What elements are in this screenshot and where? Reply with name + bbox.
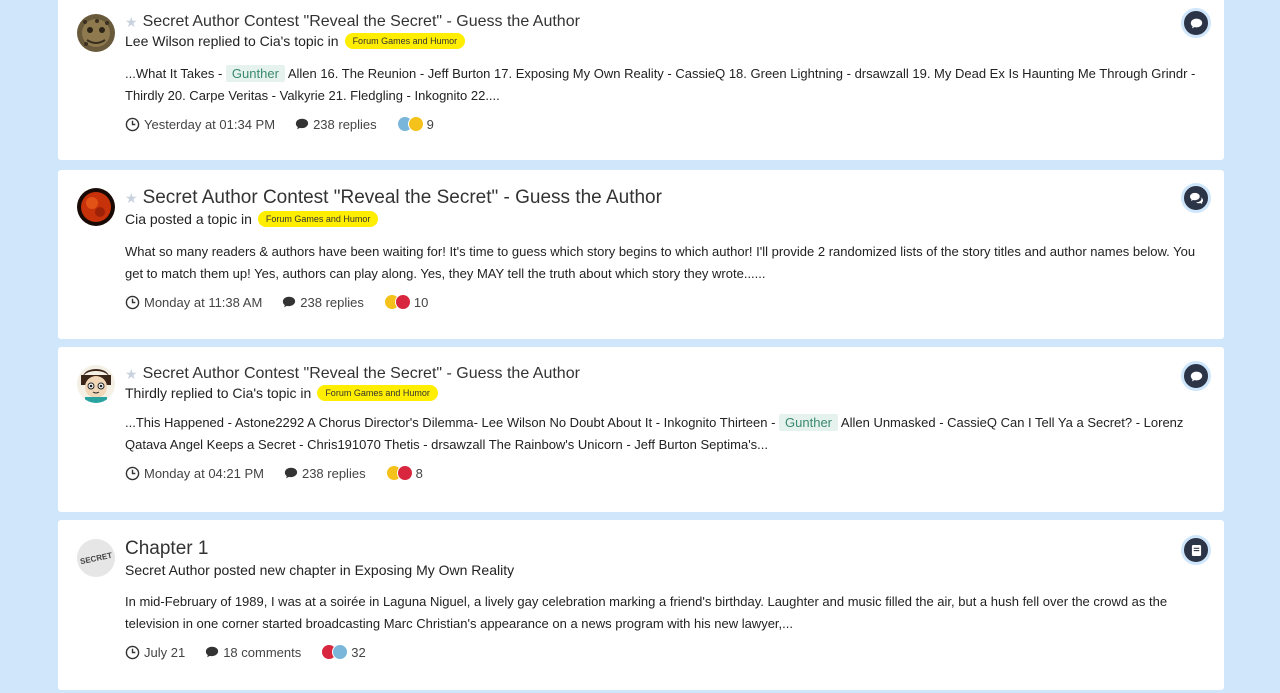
clock-icon <box>125 117 140 131</box>
item-snippet: ...What It Takes - Gunther Allen 16. The… <box>125 63 1204 107</box>
clock-icon <box>125 466 140 480</box>
item-title[interactable]: Secret Author Contest "Reveal the Secret… <box>143 13 580 31</box>
forum-tag[interactable]: Forum Games and Humor <box>344 33 466 49</box>
follow-star-icon[interactable]: ★ <box>125 191 138 205</box>
clock-icon <box>125 645 140 659</box>
item-time[interactable]: Yesterday at 01:34 PM <box>125 117 275 132</box>
clock-icon <box>125 295 140 309</box>
comment-icon <box>1181 361 1211 391</box>
replies-text: 238 replies <box>300 294 364 310</box>
item-time[interactable]: July 21 <box>125 645 185 660</box>
reactions[interactable]: 10 <box>383 294 429 310</box>
item-time[interactable]: Monday at 04:21 PM <box>125 466 264 481</box>
reply-count[interactable]: 238 replies <box>295 117 377 132</box>
item-title[interactable]: Secret Author Contest "Reveal the Secret… <box>143 365 580 383</box>
item-time[interactable]: Monday at 11:38 AM <box>125 295 262 310</box>
comments-text: 18 comments <box>223 644 302 660</box>
reaction-love-icon <box>396 465 413 481</box>
reaction-count: 32 <box>351 644 366 660</box>
replies-text: 238 replies <box>313 116 377 132</box>
reaction-love-icon <box>394 294 411 310</box>
avatar[interactable] <box>77 365 115 403</box>
comment-icon <box>1181 8 1211 38</box>
follow-star-icon[interactable]: ★ <box>125 15 138 29</box>
search-highlight: Gunther <box>225 65 285 82</box>
search-highlight: Gunther <box>779 414 839 431</box>
avatar[interactable] <box>77 14 115 52</box>
item-action: Cia posted a topic in <box>125 211 252 227</box>
item-title[interactable]: Secret Author Contest "Reveal the Secret… <box>143 187 662 209</box>
item-snippet: What so many readers & authors have been… <box>125 244 1196 281</box>
forum-tag[interactable]: Forum Games and Humor <box>257 211 379 227</box>
item-action: Lee Wilson replied to Cia's topic in <box>125 33 339 49</box>
snippet-text: Allen 16. The Reunion - Jeff Burton 17. … <box>125 66 1196 103</box>
comment-icon <box>206 646 219 658</box>
reactions[interactable]: 32 <box>321 644 366 660</box>
avatar[interactable]: SECRET <box>77 539 115 577</box>
reactions[interactable]: 9 <box>396 116 434 132</box>
reply-count[interactable]: 238 replies <box>282 295 364 310</box>
reaction-laugh-icon <box>407 116 424 132</box>
replies-text: 238 replies <box>301 465 366 481</box>
comment-icon <box>284 467 298 479</box>
snippet-text: ...What It Takes - <box>125 66 223 81</box>
reactions[interactable]: 8 <box>385 465 423 481</box>
activity-item: ★ Secret Author Contest "Reveal the Secr… <box>58 347 1224 512</box>
activity-item: SECRET Chapter 1 Secret Author posted ne… <box>58 520 1224 690</box>
comment-icon <box>295 118 309 130</box>
time-text: July 21 <box>144 644 186 660</box>
snippet-text: ...This Happened - Astone2292 A Chorus D… <box>125 415 776 430</box>
follow-star-icon[interactable]: ★ <box>125 367 138 381</box>
item-title[interactable]: Chapter 1 <box>125 538 208 560</box>
reaction-count: 9 <box>426 116 434 132</box>
forum-tag[interactable]: Forum Games and Humor <box>317 385 438 401</box>
item-action: Thirdly replied to Cia's topic in <box>125 385 312 401</box>
time-text: Monday at 11:38 AM <box>144 294 263 310</box>
item-action: Secret Author posted new chapter in Expo… <box>125 562 515 578</box>
comment-icon <box>283 296 296 308</box>
reaction-hug-icon <box>332 644 349 660</box>
avatar[interactable] <box>77 188 115 226</box>
reaction-count: 8 <box>415 465 423 481</box>
book-icon <box>1181 535 1211 565</box>
comment-count[interactable]: 18 comments <box>205 645 301 660</box>
comments-icon <box>1181 183 1211 213</box>
reaction-count: 10 <box>413 294 429 310</box>
activity-stream: ★ Secret Author Contest "Reveal the Secr… <box>0 0 1280 693</box>
item-snippet: ...This Happened - Astone2292 A Chorus D… <box>125 412 1204 456</box>
time-text: Monday at 04:21 PM <box>144 465 264 481</box>
activity-item: ★ Secret Author Contest "Reveal the Secr… <box>58 170 1224 339</box>
activity-item: ★ Secret Author Contest "Reveal the Secr… <box>58 0 1224 160</box>
reply-count[interactable]: 238 replies <box>284 466 366 481</box>
item-snippet: In mid-February of 1989, I was at a soir… <box>125 594 1168 631</box>
time-text: Yesterday at 01:34 PM <box>144 116 276 132</box>
